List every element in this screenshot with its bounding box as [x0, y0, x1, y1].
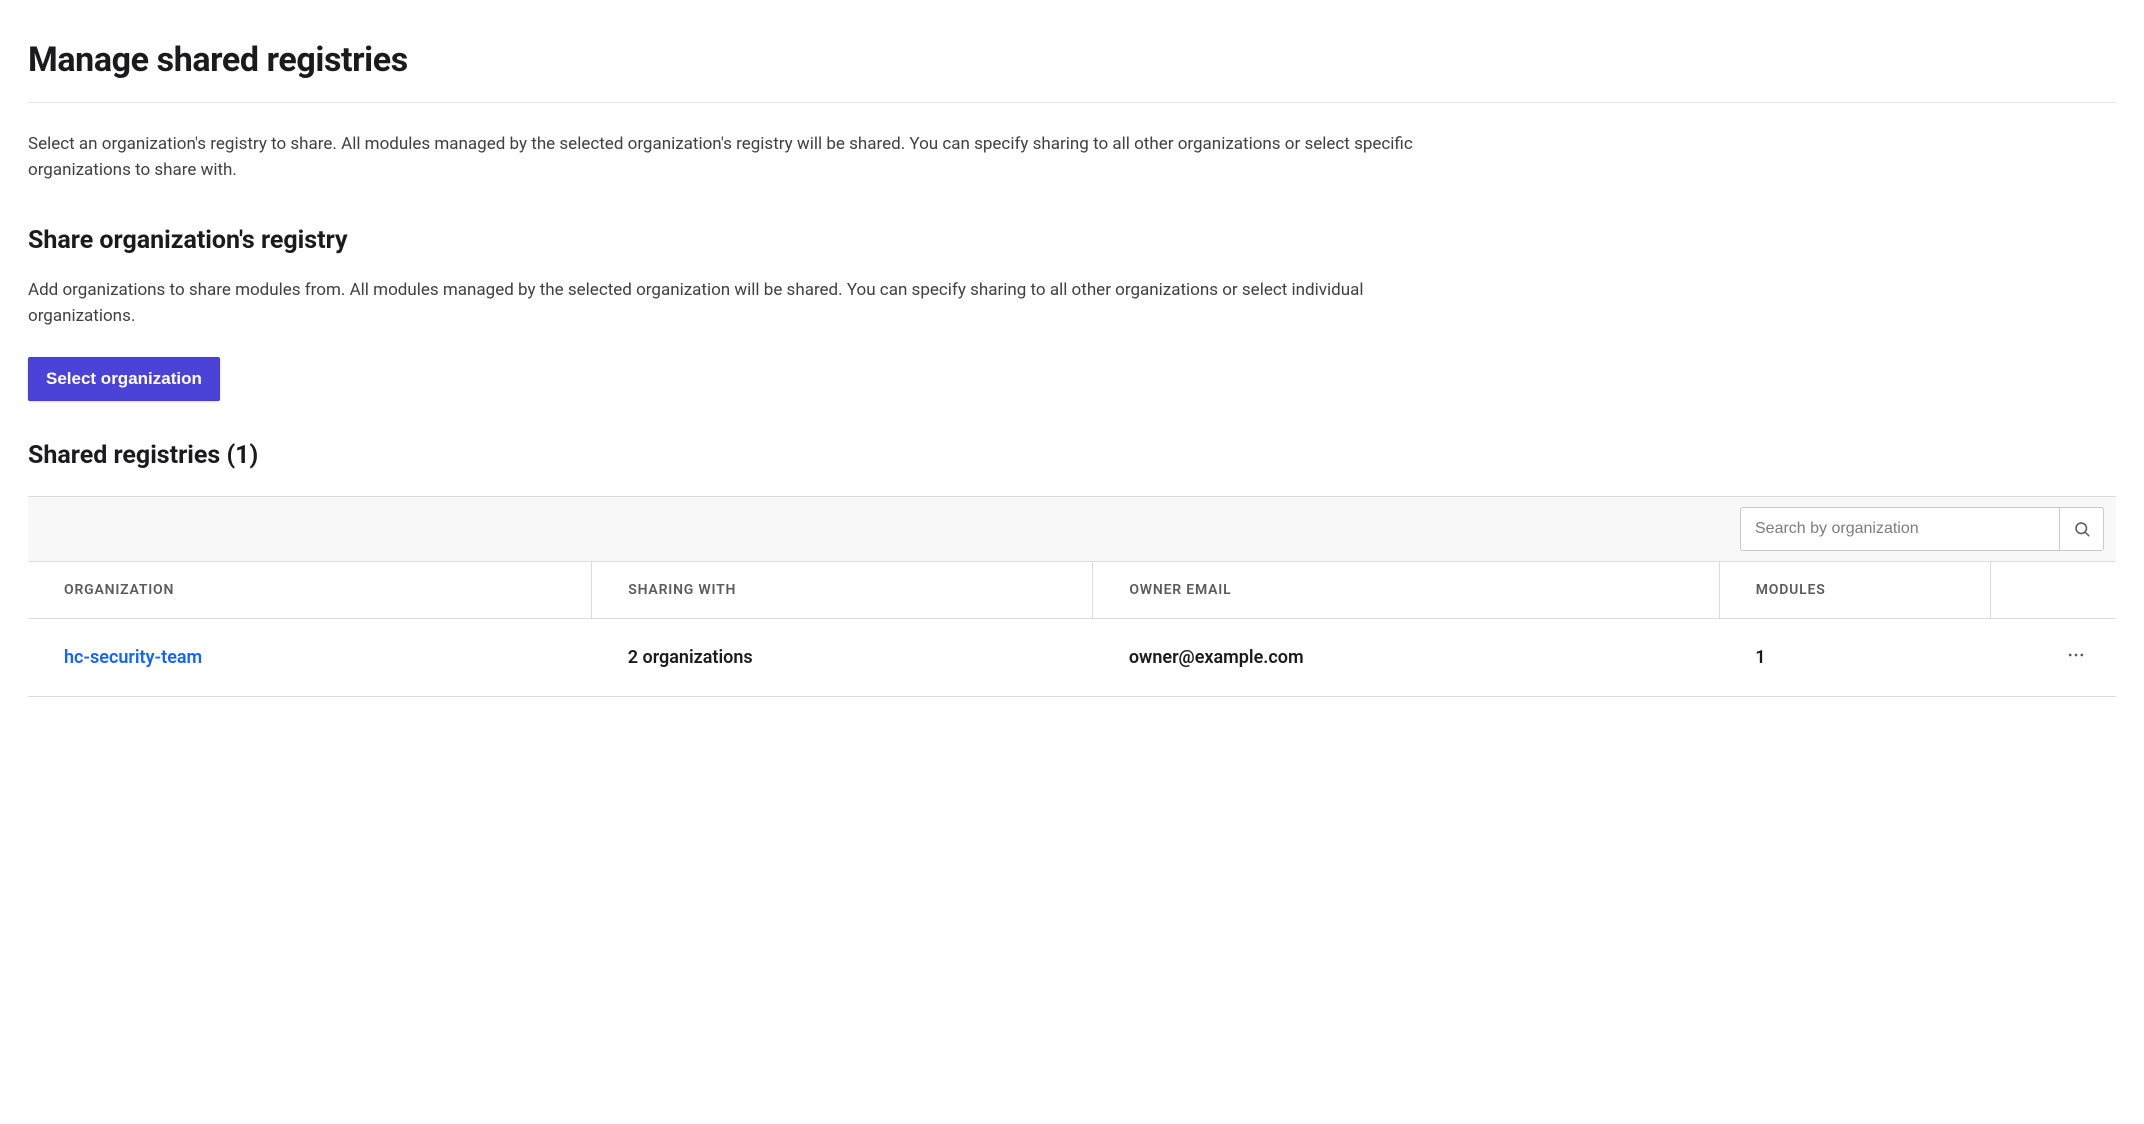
shared-registries-table: ORGANIZATION SHARING WITH OWNER EMAIL MO… — [28, 562, 2116, 697]
shared-registries-title: Shared registries (1) — [28, 441, 2116, 470]
search-button[interactable] — [2060, 507, 2104, 551]
select-organization-button[interactable]: Select organization — [28, 357, 220, 401]
share-section-title: Share organization's registry — [28, 226, 2116, 255]
search-icon — [2073, 520, 2091, 538]
cell-sharing-with: 2 organizations — [592, 619, 1093, 697]
cell-modules: 1 — [1719, 619, 1990, 697]
organization-link[interactable]: hc-security-team — [64, 647, 202, 668]
column-header-organization: ORGANIZATION — [28, 562, 592, 619]
row-actions-button[interactable] — [2060, 641, 2092, 674]
column-header-modules: MODULES — [1719, 562, 1990, 619]
search-wrap — [1740, 507, 2104, 551]
cell-actions — [1991, 619, 2116, 697]
column-header-owner-email: OWNER EMAIL — [1093, 562, 1719, 619]
table-toolbar — [28, 496, 2116, 562]
share-section-description: Add organizations to share modules from.… — [28, 277, 1428, 330]
more-horizontal-icon — [2066, 645, 2086, 665]
page-intro: Select an organization's registry to sha… — [28, 131, 1428, 184]
page-title: Manage shared registries — [28, 40, 2116, 103]
table-row: hc-security-team 2 organizations owner@e… — [28, 619, 2116, 697]
column-header-actions — [1991, 562, 2116, 619]
cell-organization: hc-security-team — [28, 619, 592, 697]
cell-owner-email: owner@example.com — [1093, 619, 1719, 697]
column-header-sharing-with: SHARING WITH — [592, 562, 1093, 619]
search-input[interactable] — [1740, 507, 2060, 551]
